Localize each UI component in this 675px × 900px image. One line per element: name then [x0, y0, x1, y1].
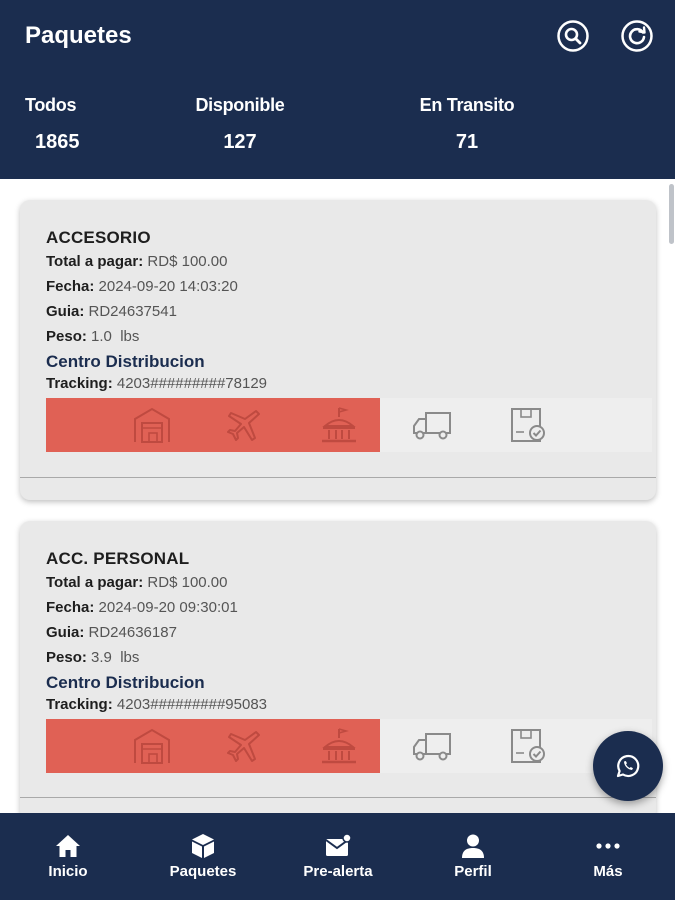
whatsapp-icon [616, 754, 640, 778]
package-title: ACC. PERSONAL [46, 549, 190, 568]
bottom-navigation: Inicio Paquetes Pre-alerta Perfil Más [0, 813, 675, 900]
tracking-label: Tracking: [46, 375, 113, 392]
stat-label: En Transito [419, 95, 515, 115]
nav-label: Inicio [48, 863, 88, 880]
total-label: Total a pagar: [46, 574, 144, 591]
stat-value: 1865 [35, 131, 80, 153]
stat-todos[interactable]: Todos 1865 [25, 95, 81, 154]
delivery-truck-icon [412, 406, 452, 444]
peso-row: Peso: 1.0 lbs [46, 328, 139, 345]
nav-perfil[interactable]: Perfil [413, 813, 533, 900]
stat-value: 127 [223, 131, 257, 153]
customs-building-icon [319, 727, 359, 765]
delivered-box-icon [508, 727, 548, 765]
guia-value: RD24636187 [88, 624, 177, 641]
total-value: RD$ 100.00 [147, 253, 228, 270]
more-dots-icon [596, 843, 620, 849]
package-title: ACCESORIO [46, 228, 151, 247]
tracking-value: 4203#########95083 [116, 696, 268, 713]
airplane-icon [225, 727, 265, 765]
fecha-label: Fecha: [46, 278, 95, 295]
guia-row: Guia: RD24636187 [46, 624, 177, 641]
guia-value: RD24637541 [88, 303, 177, 320]
warehouse-icon [132, 406, 172, 444]
nav-pre-alerta[interactable]: Pre-alerta [278, 813, 398, 900]
fecha-row: Fecha: 2024-09-20 14:03:20 [46, 278, 238, 295]
total-row: Total a pagar: RD$ 100.00 [46, 574, 227, 591]
package-card[interactable]: ACC. PERSONAL Total a pagar: RD$ 100.00 … [20, 521, 656, 821]
nav-label: Pre-alerta [303, 863, 373, 880]
progress-tracker [46, 398, 652, 452]
customs-building-icon [319, 406, 359, 444]
fecha-value: 2024-09-20 14:03:20 [98, 278, 238, 295]
stat-label: Disponible [195, 95, 285, 115]
peso-row: Peso: 3.9 lbs [46, 649, 139, 666]
stat-en-transito[interactable]: En Transito 71 [419, 95, 515, 154]
fecha-value: 2024-09-20 09:30:01 [98, 599, 238, 616]
search-button[interactable] [556, 19, 590, 53]
person-icon [462, 834, 484, 858]
refresh-button[interactable] [620, 19, 654, 53]
search-icon [557, 20, 589, 52]
app-header: Paquetes Todos 1865 Disponible 127 En Tr… [0, 0, 675, 179]
fecha-row: Fecha: 2024-09-20 09:30:01 [46, 599, 238, 616]
delivery-truck-icon [412, 727, 452, 765]
nav-inicio[interactable]: Inicio [8, 813, 128, 900]
tracking-row: Tracking: 4203#########95083 [46, 696, 267, 713]
whatsapp-button[interactable] [593, 731, 663, 801]
package-icon [192, 834, 214, 858]
stat-value: 71 [455, 131, 479, 153]
package-card[interactable]: ACCESORIO Total a pagar: RD$ 100.00 Fech… [20, 200, 656, 500]
progress-tracker [46, 719, 652, 773]
stat-disponible[interactable]: Disponible 127 [194, 95, 286, 154]
peso-label: Peso: [46, 328, 87, 345]
page-title: Paquetes [25, 22, 132, 49]
guia-label: Guia: [46, 624, 85, 641]
total-label: Total a pagar: [46, 253, 144, 270]
center-label: Centro Distribucion [46, 352, 205, 371]
card-divider [20, 477, 656, 478]
nav-mas[interactable]: Más [548, 813, 668, 900]
guia-label: Guia: [46, 303, 85, 320]
total-value: RD$ 100.00 [147, 574, 228, 591]
warehouse-icon [132, 727, 172, 765]
tracking-row: Tracking: 4203#########78129 [46, 375, 267, 392]
home-icon [56, 835, 80, 857]
nav-paquetes[interactable]: Paquetes [143, 813, 263, 900]
fecha-label: Fecha: [46, 599, 95, 616]
stat-label: Todos [25, 95, 77, 115]
peso-value: 1.0 lbs [91, 328, 140, 345]
nav-label: Paquetes [169, 863, 237, 880]
center-label: Centro Distribucion [46, 673, 205, 692]
scrollbar[interactable] [669, 184, 674, 244]
refresh-icon [621, 20, 653, 52]
nav-label: Más [593, 863, 623, 880]
nav-label: Perfil [454, 863, 492, 880]
card-divider [20, 797, 656, 798]
airplane-icon [225, 406, 265, 444]
peso-value: 3.9 lbs [91, 649, 140, 666]
mail-alert-icon [325, 833, 351, 856]
delivered-box-icon [508, 406, 548, 444]
total-row: Total a pagar: RD$ 100.00 [46, 253, 227, 270]
tracking-value: 4203#########78129 [116, 375, 268, 392]
peso-label: Peso: [46, 649, 87, 666]
tracking-label: Tracking: [46, 696, 113, 713]
guia-row: Guia: RD24637541 [46, 303, 177, 320]
